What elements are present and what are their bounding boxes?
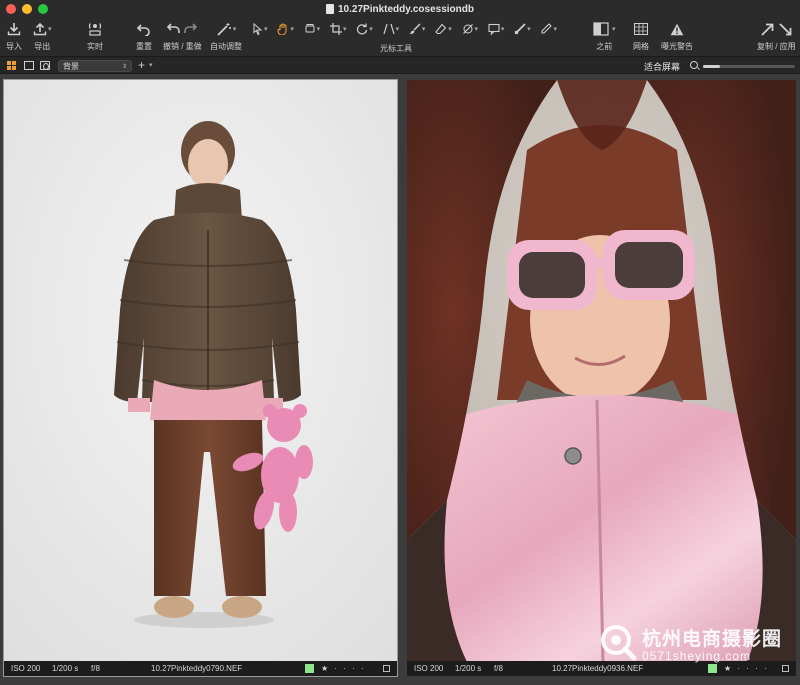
filename: 10.27Pinkteddy0790.NEF xyxy=(151,664,243,673)
proof-view-button[interactable] xyxy=(40,61,50,70)
exposure-warning-button[interactable]: 曝光警告 xyxy=(661,20,693,52)
photo-frame-0936[interactable]: ISO 200 1/200 s f/8 10.27Pinkteddy0936.N… xyxy=(406,79,797,677)
export-button[interactable]: ▾ 导出 xyxy=(33,20,52,52)
star-rating[interactable]: ★ · · · · xyxy=(321,664,366,673)
hand-icon xyxy=(277,23,287,35)
crop-cursor-tool[interactable]: ▾ xyxy=(329,23,346,35)
aperture-value: f/8 xyxy=(494,664,503,673)
cursor-tools-label: 光标工具 xyxy=(380,44,412,53)
pen-icon xyxy=(541,23,553,34)
before-after-icon: ▾ xyxy=(593,20,616,38)
import-button[interactable]: 导入 xyxy=(6,20,22,52)
variant-info-icon[interactable] xyxy=(782,665,789,672)
heal-icon xyxy=(514,23,526,35)
annotation-cursor-tool[interactable]: ▾ xyxy=(488,23,504,35)
add-layer-button[interactable]: + xyxy=(138,58,145,72)
loupe-cursor-tool[interactable]: ▾ xyxy=(304,23,320,35)
multi-view-button[interactable] xyxy=(7,61,17,70)
picker-cursor-tool[interactable]: ▾ xyxy=(540,23,557,35)
live-button[interactable]: 实时 xyxy=(87,20,103,52)
erase-mask-cursor-tool[interactable]: ▾ xyxy=(435,23,452,35)
select-cursor-tool[interactable]: ▾ xyxy=(252,23,268,35)
color-tag[interactable] xyxy=(305,664,314,673)
viewer-toolbar: 背景 ⇕ + ▾ 适合屏幕 xyxy=(0,56,800,74)
up-down-chevron-icon: ⇕ xyxy=(121,63,127,70)
shutter-value: 1/200 s xyxy=(52,664,79,673)
zoom-icon[interactable] xyxy=(690,61,698,69)
auto-adjust-button[interactable]: ▾ 自动调整 xyxy=(210,20,242,52)
reset-button[interactable]: 重置 xyxy=(136,20,152,52)
photo-brown-jacket xyxy=(4,80,397,661)
keystone-icon xyxy=(382,23,395,35)
photo-pink-sunglasses xyxy=(407,80,796,661)
keystone-cursor-tool[interactable]: ▾ xyxy=(382,23,399,35)
watermark-text-cn: 杭州电商摄影圈 xyxy=(642,629,783,650)
main-toolbar: 导入 ▾ 导出 实时 重置 撤销 / 重做 ▾ 自动调整 ▾ ▾ ▾ ▾ ▾ ▾… xyxy=(0,18,800,56)
star-rating[interactable]: ★ · · · · xyxy=(724,664,769,673)
magic-wand-icon: ▾ xyxy=(216,20,236,38)
gradient-mask-cursor-tool[interactable]: ▾ xyxy=(462,23,478,35)
import-icon xyxy=(7,20,21,38)
rotate-cursor-tool[interactable]: ▾ xyxy=(356,23,373,35)
watermark-logo-icon xyxy=(601,625,637,661)
loupe-icon xyxy=(305,24,315,33)
brush-icon xyxy=(409,23,421,34)
shutter-value: 1/200 s xyxy=(455,664,482,673)
grid-icon xyxy=(634,20,648,38)
photo-info-bar: ISO 200 1/200 s f/8 10.27Pinkteddy0790.N… xyxy=(4,661,397,676)
window-title: 10.27Pinkteddy.cosessiondb xyxy=(338,3,474,15)
variant-info-icon[interactable] xyxy=(383,665,390,672)
iso-value: ISO 200 xyxy=(11,664,41,673)
watermark: 杭州电商摄影圈 0571sheying.com xyxy=(598,622,788,664)
mask-brush-cursor-tool[interactable]: ▾ xyxy=(409,23,425,35)
copy-apply-button[interactable]: 复制 / 应用 xyxy=(757,20,796,52)
live-tether-icon xyxy=(87,20,103,38)
arrow-cursor-icon xyxy=(253,23,263,35)
gradient-mask-icon xyxy=(462,24,473,34)
spot-removal-cursor-tool[interactable]: ▾ xyxy=(514,23,531,35)
cursor-tools: ▾ ▾ ▾ ▾ ▾ ▾ ▾ ▾ ▾ ▾ ▾ ▾ xyxy=(252,21,557,37)
before-button[interactable]: ▾ 之前 xyxy=(593,20,616,52)
warning-triangle-icon xyxy=(670,20,684,38)
photo-frame-0790[interactable]: ISO 200 1/200 s f/8 10.27Pinkteddy0790.N… xyxy=(3,79,398,677)
layer-select[interactable]: 背景 ⇕ xyxy=(58,60,132,72)
crop-icon xyxy=(329,23,342,35)
document-icon xyxy=(326,4,334,14)
rotate-icon xyxy=(357,23,368,35)
iso-value: ISO 200 xyxy=(414,664,444,673)
watermark-text-en: 0571sheying.com xyxy=(642,649,752,663)
zoom-slider-fill xyxy=(703,65,720,68)
zoom-fit-label[interactable]: 适合屏幕 xyxy=(644,60,680,73)
eraser-icon xyxy=(435,23,447,35)
grid-button[interactable]: 网格 xyxy=(633,20,649,52)
filename: 10.27Pinkteddy0936.NEF xyxy=(552,664,644,673)
title-bar: 10.27Pinkteddy.cosessiondb xyxy=(0,0,800,18)
single-view-button[interactable] xyxy=(24,61,34,70)
undo-redo-icon xyxy=(166,20,198,38)
copy-apply-arrows-icon xyxy=(760,20,792,38)
export-icon: ▾ xyxy=(33,20,52,38)
aperture-value: f/8 xyxy=(91,664,100,673)
undo-redo-button[interactable]: 撤销 / 重做 xyxy=(163,20,202,52)
pan-cursor-tool[interactable]: ▾ xyxy=(277,23,294,35)
color-tag[interactable] xyxy=(708,664,717,673)
chevron-down-icon[interactable]: ▾ xyxy=(149,61,153,69)
reset-icon xyxy=(137,20,151,38)
annotation-icon xyxy=(488,23,500,35)
